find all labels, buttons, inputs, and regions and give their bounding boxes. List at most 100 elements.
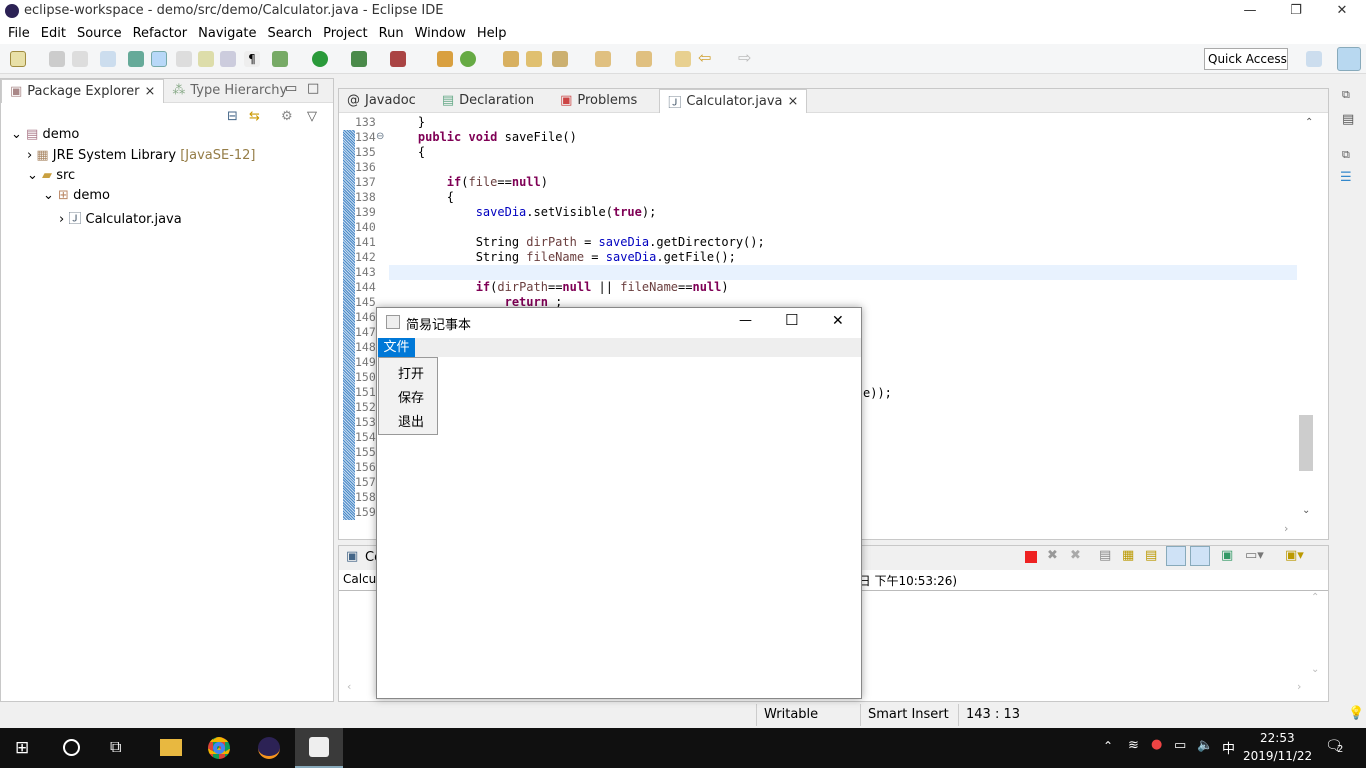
java-app-taskbar-button[interactable]	[295, 728, 343, 768]
remove-all-icon[interactable]: ✖	[1070, 548, 1081, 563]
view-menu-icon[interactable]: ▽	[307, 109, 317, 124]
pin-console-icon[interactable]: ▣	[1221, 548, 1233, 563]
close-button[interactable]: ✕	[1319, 0, 1365, 22]
menu-navigate[interactable]: Navigate	[194, 26, 263, 41]
clock-date[interactable]: 2019/11/22	[1243, 749, 1312, 763]
new-class-icon[interactable]	[460, 51, 476, 67]
debug-icon[interactable]	[272, 51, 288, 67]
menu-source[interactable]: Source	[73, 26, 129, 41]
mark-occurrences-icon[interactable]	[151, 51, 167, 67]
run-icon[interactable]	[312, 51, 328, 67]
new-package-icon[interactable]	[437, 51, 453, 67]
clock-time[interactable]: 22:53	[1260, 731, 1295, 745]
show-on-stdout-icon[interactable]	[1166, 546, 1186, 566]
block-selection-icon[interactable]	[176, 51, 192, 67]
menu-item-save[interactable]: 保存	[398, 387, 424, 406]
prev-annotation-icon[interactable]	[220, 51, 236, 67]
new-icon[interactable]	[10, 51, 26, 67]
menu-search[interactable]: Search	[263, 26, 319, 41]
menu-help[interactable]: Help	[473, 26, 514, 41]
link-with-editor-icon[interactable]: ⇆	[249, 109, 260, 124]
tab-package-explorer[interactable]: ▣ Package Explorer ⨯	[1, 78, 165, 103]
menu-item-exit[interactable]: 退出	[398, 411, 424, 430]
tab-problems[interactable]: ▣ Problems	[552, 89, 645, 113]
tip-bulb-icon[interactable]: 💡	[1348, 706, 1364, 721]
minimize-button[interactable]: —	[1227, 0, 1273, 22]
eclipse-taskbar-icon[interactable]	[258, 737, 280, 759]
word-wrap-icon[interactable]: ▤	[1145, 548, 1157, 563]
tree-item-project-demo[interactable]: ⌄ ▤ demo	[11, 127, 79, 142]
terminate-icon[interactable]	[1025, 551, 1037, 563]
skip-breakpoints-icon[interactable]	[100, 51, 116, 67]
wifi-icon[interactable]: ≋	[1128, 738, 1139, 753]
scroll-down-icon[interactable]: ⌄	[1302, 505, 1310, 516]
search-icon[interactable]	[552, 51, 568, 67]
show-hidden-icons[interactable]: ⌃	[1103, 739, 1113, 753]
menu-run[interactable]: Run	[375, 26, 411, 41]
next-annotation-icon[interactable]	[198, 51, 214, 67]
collapse-all-icon[interactable]: ⊟	[227, 109, 238, 124]
save-icon[interactable]	[49, 51, 65, 67]
task-list-icon[interactable]: ☰	[1340, 170, 1352, 185]
menu-file[interactable]: File	[4, 26, 37, 41]
chrome-icon[interactable]	[208, 737, 230, 759]
remove-launch-icon[interactable]: ✖	[1047, 548, 1058, 563]
tab-javadoc[interactable]: @ Javadoc	[339, 89, 424, 113]
open-folder-icon[interactable]	[503, 51, 519, 67]
menu-project[interactable]: Project	[319, 26, 374, 41]
display-console-icon[interactable]: ▭▾	[1245, 548, 1264, 563]
tree-item-jre[interactable]: › ▦ JRE System Library [JavaSE-12]	[27, 148, 256, 163]
minimize-view-icon[interactable]: ▭	[285, 81, 297, 96]
open-task-icon[interactable]	[526, 51, 542, 67]
dialog-close-button[interactable]: ✕	[832, 313, 844, 329]
show-whitespace-icon[interactable]: ¶	[244, 51, 260, 67]
tree-item-calculator-java[interactable]: › 🄹 Calculator.java	[59, 208, 182, 227]
search-circle-icon[interactable]	[63, 739, 80, 756]
windows-start-icon[interactable]: ⊞	[15, 738, 29, 758]
dialog-maximize-button[interactable]: ☐	[785, 311, 798, 329]
tree-item-package-demo[interactable]: ⌄ ⊞ demo	[43, 188, 110, 203]
battery-icon[interactable]: ▭	[1174, 738, 1186, 753]
ime-indicator[interactable]: 中	[1222, 738, 1235, 757]
tab-calculator-java[interactable]: 🄹 Calculator.java ⨯	[659, 88, 808, 113]
open-console-icon[interactable]: ▣▾	[1285, 548, 1304, 563]
external-tools-icon[interactable]	[390, 51, 406, 67]
show-on-stderr-icon[interactable]	[1190, 546, 1210, 566]
open-type-icon[interactable]	[128, 51, 144, 67]
menu-refactor[interactable]: Refactor	[129, 26, 195, 41]
java-perspective-icon[interactable]	[1337, 47, 1361, 71]
back-arrow-icon[interactable]: ⇦	[698, 50, 714, 67]
last-edit-icon[interactable]	[675, 51, 691, 67]
forward-arrow-icon[interactable]: ⇨	[738, 50, 754, 67]
scroll-lock-icon[interactable]: ▦	[1122, 548, 1134, 563]
maximize-view-icon[interactable]: □	[307, 81, 319, 96]
coverage-icon[interactable]	[351, 51, 367, 67]
task-view-icon[interactable]: ⧉	[110, 737, 121, 757]
next-edit-icon[interactable]	[595, 51, 611, 67]
volume-icon[interactable]: 🔈	[1197, 738, 1213, 753]
maximize-button[interactable]: ❐	[1273, 0, 1319, 22]
menu-file-open[interactable]: 文件	[378, 338, 415, 357]
quick-access-input[interactable]: Quick Access	[1204, 48, 1288, 70]
dialog-minimize-button[interactable]: —	[739, 313, 752, 328]
scroll-up-icon[interactable]: ⌃	[1311, 592, 1319, 603]
scroll-up-icon[interactable]: ⌃	[1305, 117, 1313, 128]
qq-icon[interactable]: ●	[1151, 737, 1162, 752]
fold-collapse-icon[interactable]: ⊖	[376, 131, 384, 142]
close-tab-icon[interactable]: ⨯	[144, 84, 155, 99]
tree-item-src[interactable]: ⌄ ▰ src	[27, 168, 75, 183]
save-all-icon[interactable]	[72, 51, 88, 67]
open-perspective-icon[interactable]	[1306, 51, 1322, 67]
menu-edit[interactable]: Edit	[37, 26, 73, 41]
scroll-down-icon[interactable]: ⌄	[1311, 664, 1319, 675]
clear-console-icon[interactable]: ▤	[1099, 548, 1111, 563]
tab-declaration[interactable]: ▤ Declaration	[434, 89, 542, 113]
filter-icon[interactable]: ⚙	[281, 109, 293, 124]
prev-edit-icon[interactable]	[636, 51, 652, 67]
restore-icon[interactable]: ⧉	[1342, 148, 1350, 162]
scroll-thumb[interactable]	[1299, 415, 1313, 471]
menu-item-open[interactable]: 打开	[398, 363, 424, 382]
scroll-right-icon[interactable]: ›	[1284, 522, 1288, 535]
vertical-scrollbar[interactable]: ⌃ ⌄	[1299, 115, 1327, 522]
file-explorer-icon[interactable]	[160, 739, 182, 756]
